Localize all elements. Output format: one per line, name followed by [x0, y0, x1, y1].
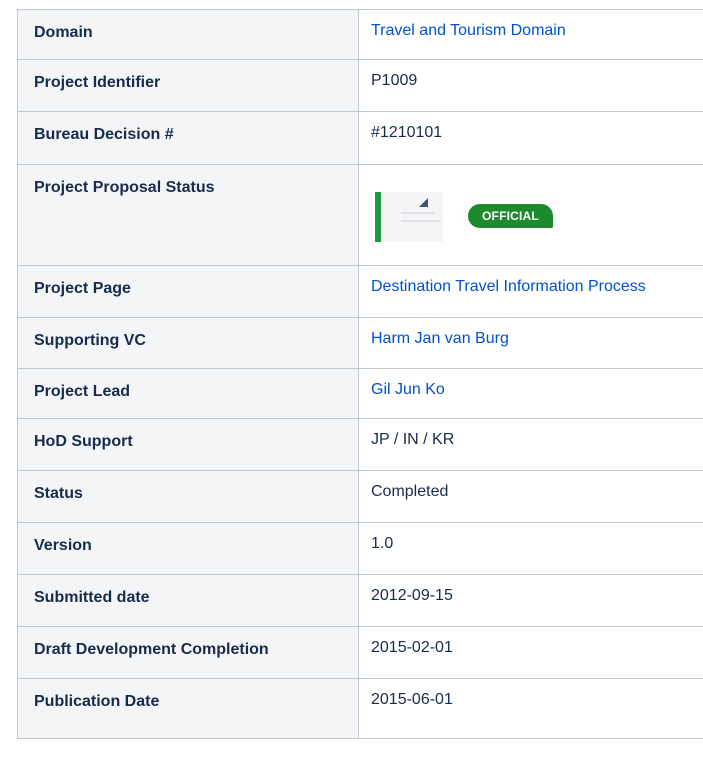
table-row-draft-development-completion: Draft Development Completion 2015-02-01 [17, 626, 703, 679]
project-properties-page: Domain Travel and Tourism Domain Project… [0, 0, 703, 759]
label-bureau-decision: Bureau Decision # [17, 111, 359, 165]
value-hod-support: JP / IN / KR [358, 418, 703, 471]
table-row-domain: Domain Travel and Tourism Domain [17, 9, 703, 60]
label-project-page: Project Page [17, 265, 359, 318]
project-page-link[interactable]: Destination Travel Information Process [371, 278, 646, 295]
label-version: Version [17, 522, 359, 575]
value-project-page: Destination Travel Information Process [358, 265, 703, 318]
official-status-badge: OFFICIAL [468, 204, 553, 228]
label-project-identifier: Project Identifier [17, 59, 359, 112]
value-version: 1.0 [358, 522, 703, 575]
table-row-supporting-vc: Supporting VC Harm Jan van Burg [17, 317, 703, 369]
value-submitted-date: 2012-09-15 [358, 574, 703, 627]
table-row-publication-date: Publication Date 2015-06-01 [17, 678, 703, 739]
label-draft-development-completion: Draft Development Completion [17, 626, 359, 679]
value-supporting-vc: Harm Jan van Burg [358, 317, 703, 369]
value-proposal-status: OFFICIAL [358, 164, 703, 266]
label-domain: Domain [17, 9, 359, 60]
table-row-project-identifier: Project Identifier P1009 [17, 59, 703, 112]
value-publication-date: 2015-06-01 [358, 678, 703, 739]
project-properties-table: Domain Travel and Tourism Domain Project… [17, 9, 703, 739]
table-row-version: Version 1.0 [17, 522, 703, 575]
table-row-submitted-date: Submitted date 2012-09-15 [17, 574, 703, 627]
label-proposal-status: Project Proposal Status [17, 164, 359, 266]
label-supporting-vc: Supporting VC [17, 317, 359, 369]
table-row-project-lead: Project Lead Gil Jun Ko [17, 368, 703, 419]
value-draft-development-completion: 2015-02-01 [358, 626, 703, 679]
value-project-lead: Gil Jun Ko [358, 368, 703, 419]
table-row-status: Status Completed [17, 470, 703, 523]
label-submitted-date: Submitted date [17, 574, 359, 627]
label-publication-date: Publication Date [17, 678, 359, 739]
label-status: Status [17, 470, 359, 523]
document-icon[interactable] [375, 192, 443, 242]
value-domain: Travel and Tourism Domain [358, 9, 703, 60]
value-bureau-decision: #1210101 [358, 111, 703, 165]
value-status: Completed [358, 470, 703, 523]
table-row-proposal-status: Project Proposal Status OFFICIAL [17, 164, 703, 266]
label-project-lead: Project Lead [17, 368, 359, 419]
supporting-vc-link[interactable]: Harm Jan van Burg [371, 330, 509, 347]
domain-link[interactable]: Travel and Tourism Domain [371, 22, 566, 39]
value-project-identifier: P1009 [358, 59, 703, 112]
label-hod-support: HoD Support [17, 418, 359, 471]
table-row-project-page: Project Page Destination Travel Informat… [17, 265, 703, 318]
project-lead-link[interactable]: Gil Jun Ko [371, 381, 445, 398]
table-row-hod-support: HoD Support JP / IN / KR [17, 418, 703, 471]
table-row-bureau-decision: Bureau Decision # #1210101 [17, 111, 703, 165]
